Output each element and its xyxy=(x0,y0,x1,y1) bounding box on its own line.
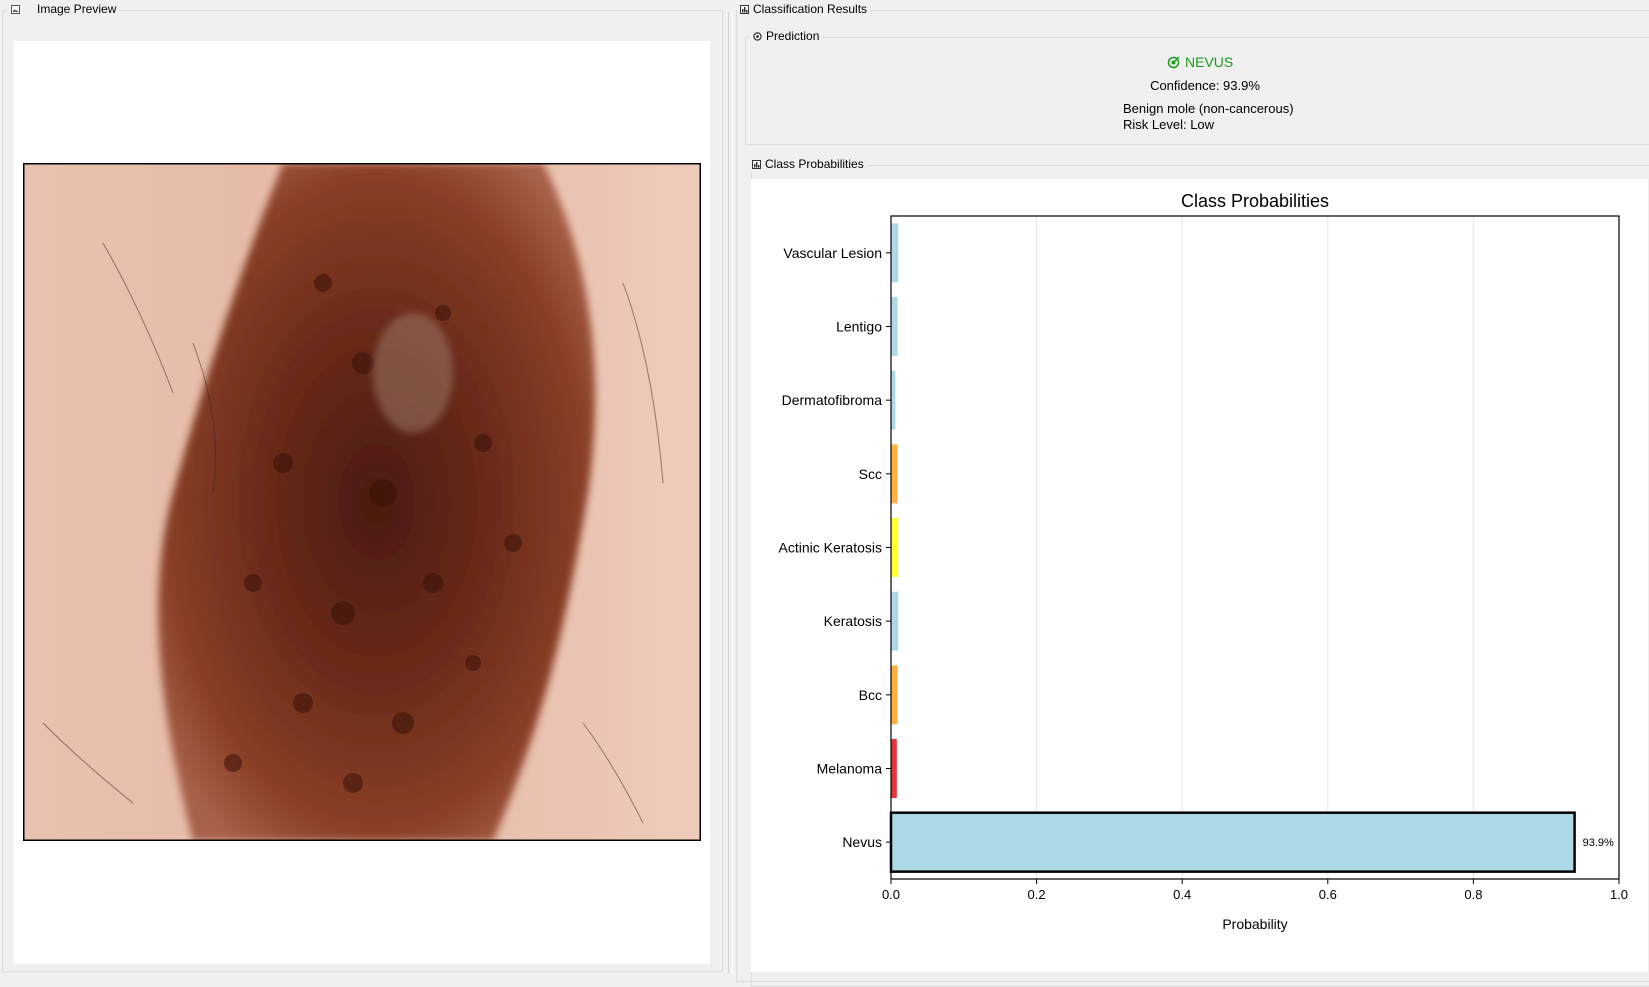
class-probabilities-title: Class Probabilities xyxy=(749,157,867,171)
x-tick-label: 0.2 xyxy=(1028,887,1046,902)
image-preview-panel: Image Preview xyxy=(2,2,723,972)
class-probabilities-chart: Nevus Melanoma Bcc Keratosis Actinic Keratos… xyxy=(779,191,1629,932)
prediction-title-text: Prediction xyxy=(766,29,820,43)
bar-nevus xyxy=(889,811,1576,873)
target-check-icon xyxy=(1167,55,1180,68)
classification-results-title: Classification Results xyxy=(737,2,871,16)
x-axis: 0.0 0.2 0.4 0.6 0.8 1.0 xyxy=(882,879,1628,902)
x-tick-label: 0.4 xyxy=(1173,887,1191,902)
y-tick-label: Melanoma xyxy=(817,761,883,777)
lesion-image xyxy=(23,163,701,841)
class-probabilities-group: Class Probabilities Nevus Melanoma Bcc Kera… xyxy=(749,157,1649,987)
value-labels: 93.9% xyxy=(1583,837,1614,849)
image-icon xyxy=(11,4,20,14)
y-tick-label: Vascular Lesion xyxy=(783,245,882,261)
class-probabilities-title-text: Class Probabilities xyxy=(765,157,864,171)
y-tick-label: Bcc xyxy=(859,687,882,703)
prediction-title: Prediction xyxy=(750,29,823,43)
bar-lentigo xyxy=(891,297,898,356)
y-tick-label: Scc xyxy=(859,466,882,482)
bar-scc xyxy=(891,444,898,504)
splitter[interactable] xyxy=(728,12,733,973)
x-tick-label: 1.0 xyxy=(1610,887,1628,902)
y-tick-label: Nevus xyxy=(842,834,882,850)
x-axis-label: Probability xyxy=(1222,916,1287,932)
y-tick-label: Keratosis xyxy=(824,613,882,629)
image-preview-title: Image Preview xyxy=(7,2,120,16)
classification-results-title-text: Classification Results xyxy=(753,2,868,16)
y-tick-label: Lentigo xyxy=(836,319,882,335)
y-tick-label: Actinic Keratosis xyxy=(779,540,882,556)
classification-results-panel: Classification Results Prediction NEVUS … xyxy=(736,2,1649,987)
prediction-group: Prediction NEVUS Confidence: 93.9% Benig… xyxy=(745,29,1649,145)
bar-melanoma xyxy=(891,739,897,798)
bar-bcc xyxy=(891,665,898,725)
x-tick-label: 0.0 xyxy=(882,887,900,902)
predicted-class: NEVUS xyxy=(1167,54,1233,70)
y-tick-label: Dermatofibroma xyxy=(782,392,883,408)
value-label: 93.9% xyxy=(1583,837,1614,849)
chart-grid xyxy=(1036,216,1474,879)
y-axis: Nevus Melanoma Bcc Keratosis Actinic Keratos… xyxy=(779,245,891,850)
target-icon xyxy=(753,31,762,41)
confidence-text: Confidence: 93.9% xyxy=(1150,78,1260,93)
x-tick-label: 0.6 xyxy=(1319,887,1337,902)
bar-vascular-lesion xyxy=(891,223,899,283)
x-tick-label: 0.8 xyxy=(1464,887,1482,902)
bar-dermatofibroma xyxy=(891,370,896,430)
chart-icon xyxy=(752,159,761,169)
image-preview-title-text: Image Preview xyxy=(37,2,117,16)
description-text: Benign mole (non-cancerous) xyxy=(1123,101,1294,116)
plot-frame xyxy=(890,215,1620,880)
chart-title: Class Probabilities xyxy=(1181,191,1329,211)
bar-actinic-keratosis xyxy=(891,518,899,577)
predicted-class-name: NEVUS xyxy=(1185,54,1234,70)
chart-canvas: Nevus Melanoma Bcc Keratosis Actinic Keratos… xyxy=(751,179,1648,972)
chart-bars xyxy=(889,223,1576,873)
bar-keratosis xyxy=(891,591,899,651)
panel-icon xyxy=(740,4,749,14)
risk-level-text: Risk Level: Low xyxy=(1123,117,1215,132)
image-canvas xyxy=(14,41,710,964)
